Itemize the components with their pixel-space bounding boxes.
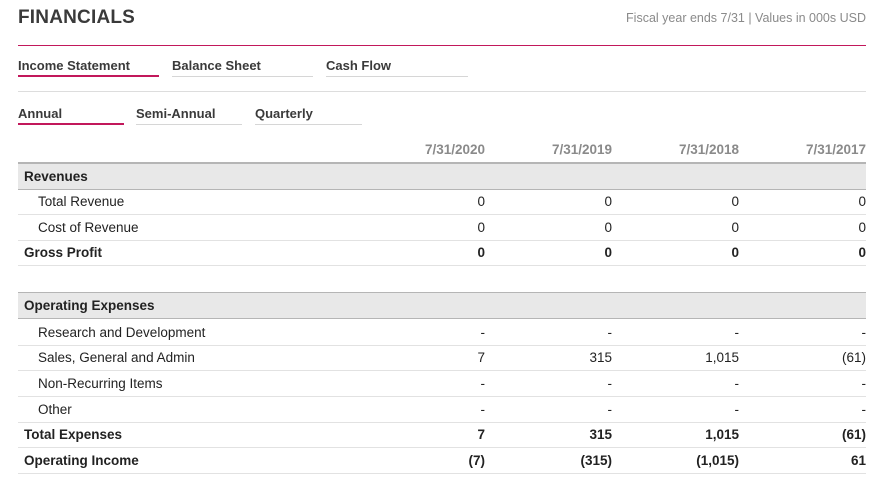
row-label: Revenues [24,169,88,184]
tab-label: Quarterly [255,106,313,121]
tab-annual[interactable]: Annual [18,106,124,125]
tab-income-statement[interactable]: Income Statement [18,58,159,77]
row-value: - [861,376,867,391]
row-value: 1,015 [705,350,739,365]
row-value: 0 [477,194,485,209]
fiscal-year-note: Fiscal year ends 7/31 | Values in 000s U… [626,11,866,25]
row-value: - [734,402,740,417]
row-value: 0 [604,245,612,260]
page-title: FINANCIALS [18,7,136,28]
row-value: 61 [850,453,866,468]
row-value: (315) [580,453,612,468]
row-value: 0 [477,220,485,235]
row-value: 315 [589,427,612,442]
row-value: (61) [841,350,866,365]
table-row: Research and Development - - - - [18,320,866,346]
section-divider [18,91,866,92]
row-value: - [861,402,867,417]
tab-label: Cash Flow [326,58,392,73]
row-value: 0 [731,245,739,260]
row-value: - [861,325,867,340]
row-value: - [607,325,613,340]
row-value: 7 [477,427,485,442]
tab-cash-flow[interactable]: Cash Flow [326,58,468,77]
row-value: 0 [604,220,612,235]
row-value: (7) [468,453,486,468]
table-row: Gross Profit 0 0 0 0 [18,240,866,266]
row-label: Other [38,402,72,417]
row-value: 7 [477,350,485,365]
tab-balance-sheet[interactable]: Balance Sheet [172,58,313,77]
row-value: - [480,402,486,417]
table-header-row: 7/31/2020 7/31/2019 7/31/2018 7/31/2017 [18,136,866,164]
tab-quarterly[interactable]: Quarterly [255,106,362,125]
table-row: Operating Income (7) (315) (1,015) 61 [18,448,866,474]
tab-semi-annual[interactable]: Semi-Annual [136,106,242,125]
row-label: Non-Recurring Items [38,376,163,391]
row-label: Operating Expenses [24,298,155,313]
row-label: Total Revenue [38,194,125,209]
row-value: - [734,376,740,391]
row-value: - [480,325,486,340]
row-value: - [607,376,613,391]
row-value: 0 [858,220,866,235]
table-row: Total Expenses 7 315 1,015 (61) [18,422,866,448]
row-value: 0 [858,245,866,260]
row-value: 0 [604,194,612,209]
row-label: Operating Income [24,453,139,468]
row-value: - [734,325,740,340]
row-label: Sales, General and Admin [38,350,195,365]
column-header: 7/31/2017 [805,142,866,157]
spacer-row [18,266,866,291]
column-header: 7/31/2020 [424,142,485,157]
section-header-row: Operating Expenses [18,292,866,319]
row-value: (1,015) [696,453,739,468]
row-value: 1,015 [705,427,739,442]
column-header: 7/31/2018 [678,142,739,157]
tab-label: Annual [18,106,63,121]
tab-label: Income Statement [18,58,130,73]
column-header: 7/31/2019 [551,142,612,157]
row-label: Total Expenses [24,427,123,442]
row-label: Cost of Revenue [38,220,139,235]
row-label: Research and Development [38,325,206,340]
table-row: Total Revenue 0 0 0 0 [18,189,866,215]
table-row: Sales, General and Admin 7 315 1,015 (61) [18,345,866,371]
row-value: 0 [731,220,739,235]
table-row: Non-Recurring Items - - - - [18,371,866,397]
section-header-row: Revenues [18,163,866,190]
row-value: 0 [477,245,485,260]
row-value: - [480,376,486,391]
row-value: 315 [589,350,612,365]
financials-header: FINANCIALS Fiscal year ends 7/31 | Value… [18,7,866,46]
row-value: 0 [731,194,739,209]
table-row: Other - - - - [18,397,866,423]
tab-label: Semi-Annual [136,106,216,121]
table-row: Cost of Revenue 0 0 0 0 [18,215,866,241]
row-value: (61) [841,427,866,442]
tab-label: Balance Sheet [172,58,261,73]
row-value: 0 [858,194,866,209]
row-label: Gross Profit [24,245,103,260]
row-value: - [607,402,613,417]
